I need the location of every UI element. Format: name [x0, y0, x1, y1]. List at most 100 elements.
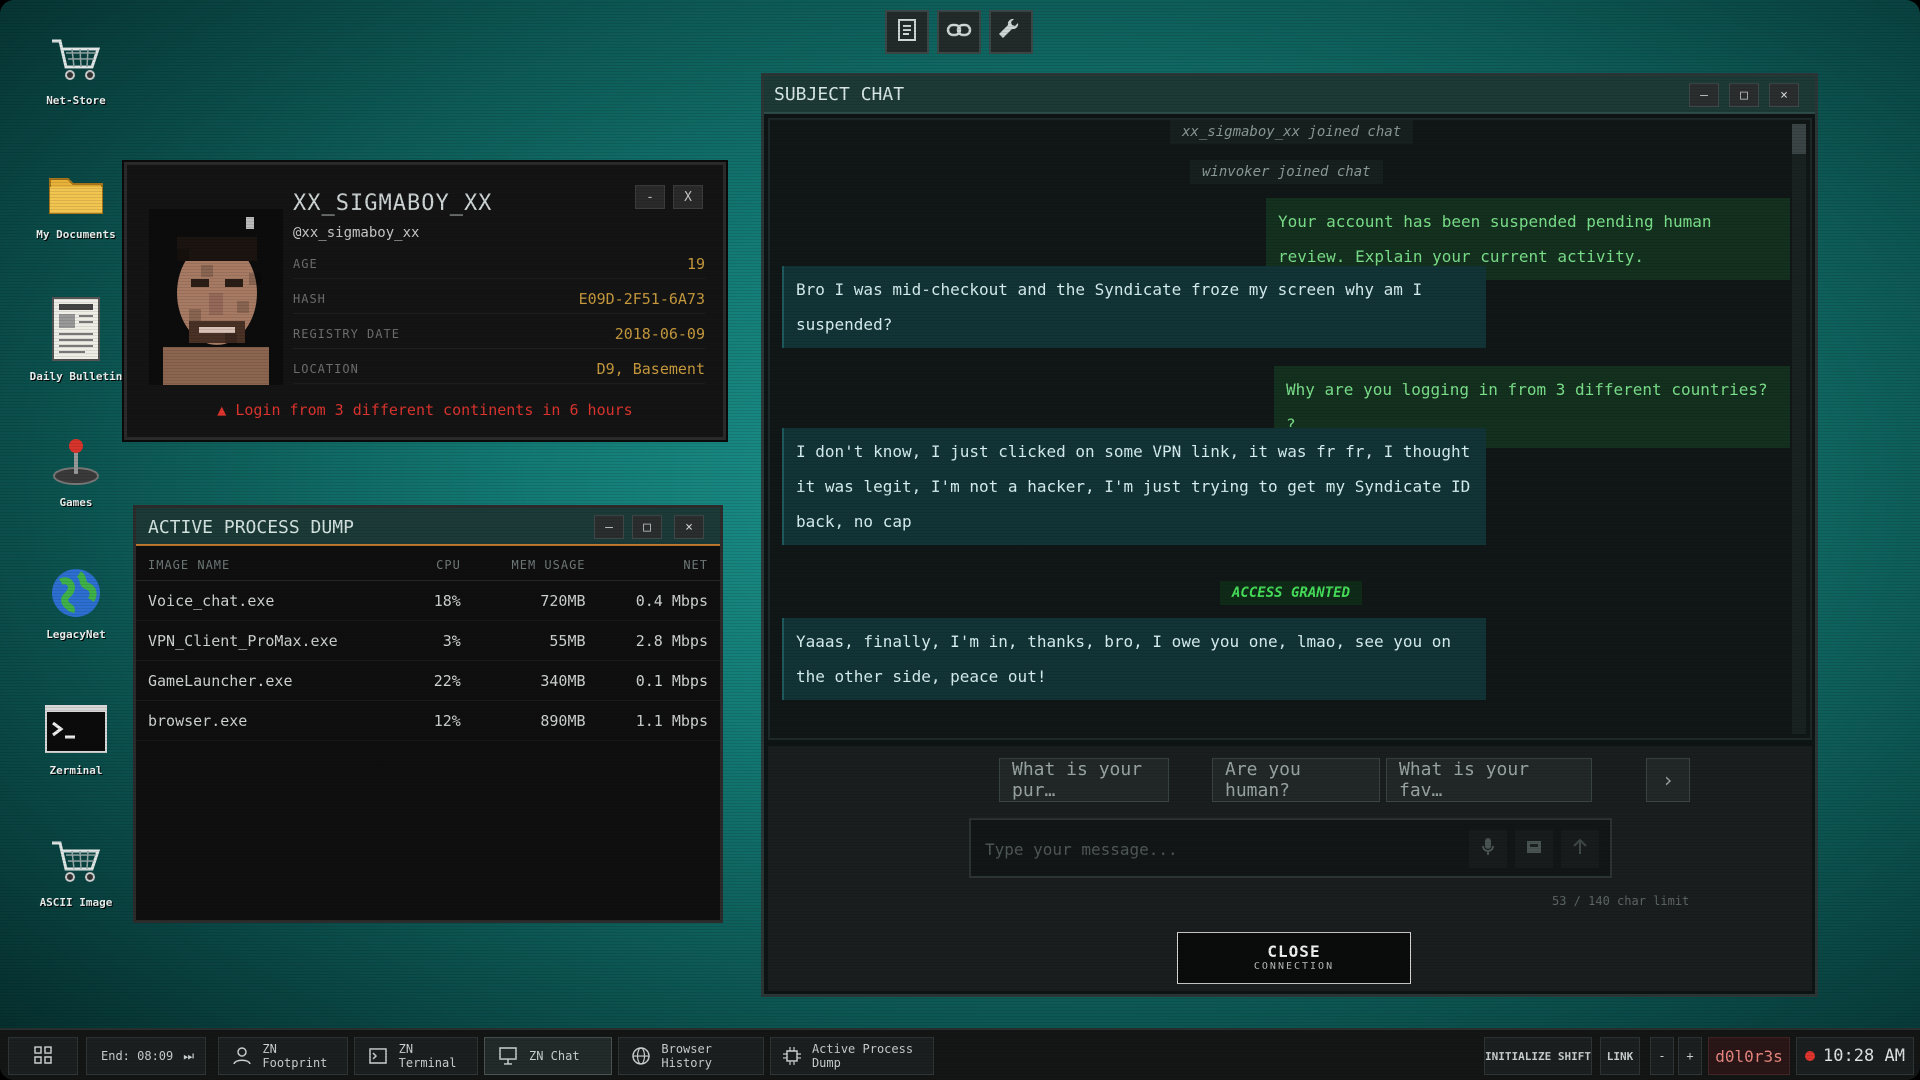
- quick-reply-purpose[interactable]: What is your pur…: [999, 758, 1169, 802]
- notes-button[interactable]: [885, 10, 929, 54]
- login-alert: ▲ Login from 3 different continents in 6…: [127, 401, 723, 419]
- desktop-icon-daily-bulletin[interactable]: Daily Bulletin: [20, 294, 132, 383]
- desktop-icon-my-documents[interactable]: My Documents: [20, 164, 132, 241]
- process-name: browser.exe: [136, 700, 408, 741]
- desktop-icon-games[interactable]: Games: [20, 432, 132, 509]
- column-header-image-name: IMAGE NAME: [136, 552, 408, 581]
- desktop-icon-ascii-image[interactable]: ASCII Image: [20, 832, 132, 909]
- link-icon: [946, 20, 972, 44]
- process-cpu: 3%: [407, 620, 473, 661]
- process-dump-titlebar[interactable]: ACTIVE PROCESS DUMP – □ ×: [136, 508, 720, 546]
- clock: 10:28 AM: [1796, 1037, 1914, 1075]
- process-name: VPN_Client_ProMax.exe: [136, 620, 408, 661]
- end-time-label: End: 08:09: [101, 1049, 174, 1063]
- process-minimize-button[interactable]: –: [594, 515, 624, 539]
- microphone-icon: [1481, 837, 1495, 861]
- message-box: [969, 818, 1612, 878]
- folder-icon: [44, 164, 108, 222]
- desktop-icon-zerminal[interactable]: Zerminal: [20, 700, 132, 777]
- taskbar-item-zn-chat[interactable]: ZN Chat: [484, 1037, 612, 1075]
- process-close-button[interactable]: ×: [674, 515, 704, 539]
- taskbar-item-zn-footprint[interactable]: ZN Footprint: [218, 1037, 348, 1075]
- desktop-icon-label: Games: [59, 496, 93, 509]
- initialize-shift-button[interactable]: INITIALIZE SHIFT: [1484, 1037, 1592, 1075]
- table-row[interactable]: GameLauncher.exe 22% 340MB 0.1 Mbps: [136, 660, 720, 701]
- desktop-icon-legacynet[interactable]: LegacyNet: [20, 564, 132, 641]
- cpu-chip-icon: [781, 1043, 804, 1069]
- process-net: 1.1 Mbps: [597, 700, 720, 741]
- tools-button[interactable]: [989, 10, 1033, 54]
- field-value: D9, Basement: [596, 359, 705, 378]
- process-dump-window: ACTIVE PROCESS DUMP – □ × IMAGE NAME CPU…: [133, 505, 723, 923]
- profile-minimize-button[interactable]: -: [635, 185, 665, 209]
- field-key: REGISTRY DATE: [293, 326, 400, 341]
- close-connection-button[interactable]: CLOSE CONNECTION: [1177, 932, 1411, 984]
- attach-image-button[interactable]: [1515, 830, 1553, 868]
- taskbar-item-label: Browser History: [661, 1042, 712, 1070]
- chat-titlebar[interactable]: SUBJECT CHAT – □ ×: [764, 76, 1815, 114]
- alert-text: Login from 3 different continents in 6 h…: [235, 401, 633, 419]
- chat-scrollbar-thumb[interactable]: [1792, 124, 1806, 154]
- microphone-button[interactable]: [1469, 830, 1507, 868]
- volume-down-button[interactable]: -: [1650, 1037, 1674, 1075]
- access-granted-status: ACCESS GRANTED: [1220, 581, 1363, 605]
- newspaper-icon: [44, 294, 108, 364]
- clock-time: 10:28 AM: [1823, 1046, 1905, 1066]
- system-message: xx_sigmaboy_xx joined chat: [1170, 120, 1414, 144]
- process-net: 2.8 Mbps: [597, 620, 720, 661]
- taskbar-item-active-process-dump[interactable]: Active Process Dump: [770, 1037, 934, 1075]
- profile-close-button[interactable]: X: [673, 185, 703, 209]
- process-mem: 340MB: [472, 660, 598, 701]
- table-row[interactable]: VPN_Client_ProMax.exe 3% 55MB 2.8 Mbps: [136, 620, 720, 661]
- chat-title: SUBJECT CHAT: [774, 84, 905, 105]
- quick-reply-favorite[interactable]: What is your fav…: [1386, 758, 1592, 802]
- field-value: 2018-06-09: [614, 324, 705, 343]
- field-key: LOCATION: [293, 361, 359, 376]
- user-badge[interactable]: d0l0r3s: [1708, 1037, 1790, 1075]
- desktop-icon-net-store[interactable]: Net-Store: [20, 30, 132, 107]
- process-mem: 720MB: [472, 580, 598, 621]
- send-button[interactable]: [1561, 830, 1599, 868]
- globe-icon: [44, 564, 108, 622]
- terminal-icon: [44, 700, 108, 758]
- subject-message: I don't know, I just clicked on some VPN…: [782, 428, 1486, 545]
- taskbar-item-zn-terminal[interactable]: ZN Terminal: [354, 1037, 478, 1075]
- taskbar-item-label: Active Process Dump: [811, 1042, 914, 1070]
- top-toolbar: [885, 10, 1033, 54]
- fast-forward-icon: ⏭: [183, 1048, 195, 1063]
- avatar: [149, 209, 283, 385]
- process-maximize-button[interactable]: □: [632, 515, 662, 539]
- desktop-icon-label: Zerminal: [49, 764, 103, 777]
- column-header-cpu: CPU: [407, 552, 473, 581]
- chat-maximize-button[interactable]: □: [1729, 83, 1759, 107]
- chat-scrollbar-track[interactable]: [1792, 124, 1806, 734]
- joystick-icon: [44, 432, 108, 490]
- taskbar: End: 08:09 ⏭ ZN Footprint ZN Terminal ZN…: [0, 1028, 1920, 1080]
- table-row[interactable]: Voice_chat.exe 18% 720MB 0.4 Mbps: [136, 580, 720, 621]
- quick-reply-human[interactable]: Are you human?: [1212, 758, 1380, 802]
- chat-minimize-button[interactable]: –: [1689, 83, 1719, 107]
- table-row[interactable]: browser.exe 12% 890MB 1.1 Mbps: [136, 700, 720, 741]
- desktop-icon-label: LegacyNet: [46, 628, 106, 641]
- link-button[interactable]: [937, 10, 981, 54]
- quick-replies-next-button[interactable]: ›: [1646, 758, 1690, 802]
- end-shift-timer[interactable]: End: 08:09 ⏭: [86, 1037, 206, 1075]
- profile-window: XX_SIGMABOY_XX @xx_sigmaboy_xx - X AGE 1…: [124, 162, 726, 440]
- taskbar-item-browser-history[interactable]: Browser History: [618, 1037, 764, 1075]
- desktop-icon-label: Net-Store: [46, 94, 106, 107]
- column-header-mem-usage: MEM USAGE: [472, 552, 598, 581]
- terminal-icon: [365, 1043, 391, 1069]
- close-button-label: CLOSE: [1267, 942, 1321, 961]
- process-table: IMAGE NAME CPU MEM USAGE NET Voice_chat.…: [136, 552, 720, 741]
- chat-close-button[interactable]: ×: [1769, 83, 1799, 107]
- desktop-icon-label: Daily Bulletin: [29, 370, 123, 383]
- volume-up-button[interactable]: +: [1678, 1037, 1702, 1075]
- user-icon: [229, 1043, 254, 1069]
- process-mem: 55MB: [472, 620, 598, 661]
- globe-icon: [629, 1043, 653, 1069]
- link-toggle-button[interactable]: LINK: [1600, 1037, 1640, 1075]
- message-input[interactable]: [985, 834, 1455, 864]
- profile-name: XX_SIGMABOY_XX: [293, 191, 493, 216]
- field-value: E09D-2F51-6A73: [578, 289, 705, 308]
- start-menu-button[interactable]: [8, 1037, 78, 1075]
